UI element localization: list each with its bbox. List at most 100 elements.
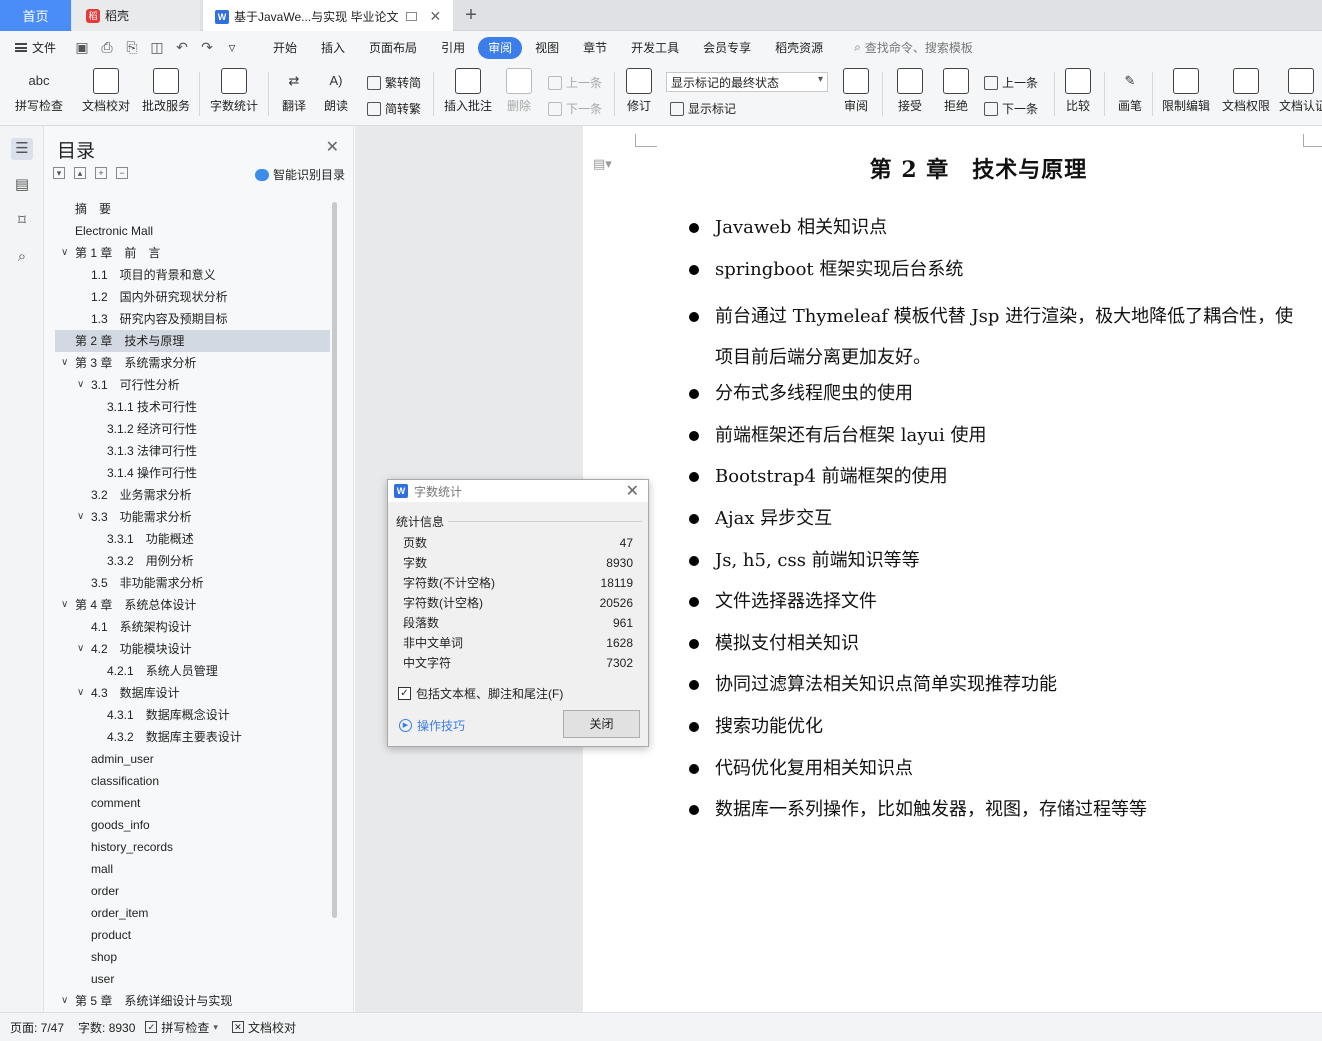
new-tab-button[interactable]: + — [458, 0, 484, 31]
undo-icon[interactable]: ↶ — [174, 39, 190, 56]
reject-button[interactable]: 拒绝 — [938, 68, 974, 114]
close-tab-icon[interactable]: ✕ — [429, 8, 441, 25]
chevron-down-icon[interactable]: ∨ — [77, 682, 84, 704]
toc-item[interactable]: 3.2 业务需求分析 — [55, 484, 330, 506]
compare-button[interactable]: 比较 — [1060, 68, 1096, 114]
toc-pane-icon[interactable]: ☰ — [11, 138, 33, 160]
tab-references[interactable]: 引用 — [430, 37, 476, 59]
toc-item[interactable]: 3.3.1 功能概述 — [55, 528, 330, 550]
doc-cert-button[interactable]: 文档认证 — [1279, 68, 1322, 114]
more-icon[interactable]: ▿ — [224, 39, 240, 56]
tab-view[interactable]: 视图 — [524, 37, 570, 59]
toc-item[interactable]: Electronic Mall — [55, 220, 330, 242]
translate-button[interactable]: ⇄ 翻译 — [276, 68, 312, 114]
toc-item[interactable]: order_item — [55, 902, 330, 924]
track-changes-button[interactable]: 修订 — [621, 68, 657, 114]
toc-item[interactable]: ∨ 4.2 功能模块设计 — [55, 638, 330, 660]
toc-item[interactable]: ∨ 4.3 数据库设计 — [55, 682, 330, 704]
tab-developer[interactable]: 开发工具 — [620, 37, 690, 59]
toc-item[interactable]: 第 2 章 技术与原理 — [55, 330, 330, 352]
add-heading-icon[interactable]: + — [95, 167, 107, 179]
toc-item[interactable]: 3.5 非功能需求分析 — [55, 572, 330, 594]
collapse-all-icon[interactable]: ▾ — [53, 167, 65, 179]
trad-to-simp-button[interactable]: 繁转简 — [367, 74, 421, 91]
word-count-button[interactable]: 字数统计 — [208, 68, 260, 114]
revise-service-button[interactable]: 批改服务 — [140, 68, 192, 114]
toc-item[interactable]: goods_info — [55, 814, 330, 836]
restrict-edit-button[interactable]: 限制编辑 — [1160, 68, 1212, 114]
document-page[interactable]: ▤▾ 第 2 章 技术与原理 Javaweb 相关知识点 springboot 框… — [583, 126, 1322, 1012]
toc-item[interactable]: mall — [55, 858, 330, 880]
toc-item[interactable]: ∨ 3.1 可行性分析 — [55, 374, 330, 396]
chevron-down-icon[interactable]: ∨ — [77, 638, 84, 660]
chevron-down-icon[interactable]: ∨ — [61, 594, 68, 616]
chevron-down-icon[interactable]: ∨ — [61, 352, 68, 374]
redo-icon[interactable]: ↷ — [199, 39, 215, 56]
doc-rights-button[interactable]: 文档权限 — [1220, 68, 1272, 114]
toc-item[interactable]: 1.3 研究内容及预期目标 — [55, 308, 330, 330]
chapter-nav-icon[interactable]: ▤ — [11, 174, 33, 196]
include-textbox-checkbox[interactable]: ✓ 包括文本框、脚注和尾注(F) — [398, 685, 563, 702]
tab-review[interactable]: 审阅 — [478, 36, 523, 59]
toc-item[interactable]: 4.3.1 数据库概念设计 — [55, 704, 330, 726]
insert-comment-button[interactable]: 插入批注 — [442, 68, 494, 114]
save-icon[interactable]: ▣ — [74, 39, 90, 56]
toc-item[interactable]: comment — [55, 792, 330, 814]
export-pdf-icon[interactable]: ⎙ — [99, 39, 115, 56]
toc-item[interactable]: ∨ 第 5 章 系统详细设计与实现 — [55, 990, 330, 1012]
page-indicator[interactable]: 页面: 7/47 — [10, 1019, 64, 1036]
pen-button[interactable]: ✎ 画笔 — [1112, 68, 1148, 114]
show-markup-button[interactable]: 显示标记 — [670, 100, 736, 117]
tab-start[interactable]: 开始 — [262, 37, 308, 59]
word-count-indicator[interactable]: 字数: 8930 — [78, 1019, 135, 1036]
accept-button[interactable]: 接受 — [892, 68, 928, 114]
spell-check-button[interactable]: abc 拼写检查 — [10, 68, 68, 114]
print-preview-icon[interactable]: ◫ — [149, 39, 165, 56]
dialog-title-bar[interactable]: W 字数统计 ✕ — [388, 480, 648, 502]
file-menu[interactable]: 文件 — [15, 39, 56, 56]
chevron-down-icon[interactable]: ∨ — [77, 374, 84, 396]
doc-proof-button[interactable]: 文档校对 — [80, 68, 132, 114]
read-aloud-button[interactable]: A) 朗读 — [320, 68, 352, 114]
toc-item[interactable]: ∨ 第 4 章 系统总体设计 — [55, 594, 330, 616]
bookmark-icon[interactable]: ⌑ — [11, 210, 33, 232]
tab-home[interactable]: 首页 — [0, 0, 71, 31]
remove-heading-icon[interactable]: − — [116, 167, 128, 179]
next-comment-button[interactable]: 下一条 — [548, 100, 602, 117]
next-change-button[interactable]: 下一条 — [984, 100, 1038, 117]
toc-item[interactable]: order — [55, 880, 330, 902]
markup-state-select[interactable]: 显示标记的最终状态 — [666, 72, 828, 92]
toc-scrollbar[interactable] — [332, 202, 337, 918]
command-search[interactable]: ⌕ 查找命令、搜索模板 — [854, 39, 973, 56]
toc-item[interactable]: 4.1 系统架构设计 — [55, 616, 330, 638]
toc-item[interactable]: 3.1.1 技术可行性 — [55, 396, 330, 418]
tips-link[interactable]: ▶ 操作技巧 — [399, 717, 465, 734]
toc-item[interactable]: ∨ 3.3 功能需求分析 — [55, 506, 330, 528]
toc-item[interactable]: 摘 要 — [55, 198, 330, 220]
toc-item[interactable]: shop — [55, 946, 330, 968]
tab-page-layout[interactable]: 页面布局 — [358, 37, 428, 59]
close-toc-icon[interactable]: ✕ — [326, 137, 339, 157]
doc-proof-status[interactable]: ✕ 文档校对 — [231, 1019, 296, 1036]
tab-daoke[interactable]: 稻 稻壳 — [72, 0, 200, 31]
toc-item[interactable]: classification — [55, 770, 330, 792]
smart-toc-button[interactable]: 智能识别目录 — [254, 166, 345, 183]
delete-comment-button[interactable]: 删除 — [502, 68, 536, 114]
toc-item[interactable]: 3.3.2 用例分析 — [55, 550, 330, 572]
spell-check-status[interactable]: ✓ 拼写检查 ▾ — [145, 1019, 218, 1036]
toc-item[interactable]: 3.1.3 法律可行性 — [55, 440, 330, 462]
toc-item[interactable]: 1.2 国内外研究现状分析 — [55, 286, 330, 308]
review-pane-button[interactable]: 审阅 — [838, 68, 874, 114]
prev-comment-button[interactable]: 上一条 — [548, 74, 602, 91]
close-dialog-button[interactable]: 关闭 — [563, 710, 640, 738]
toc-item[interactable]: 4.2.1 系统人员管理 — [55, 660, 330, 682]
print-icon[interactable]: ⎘ — [124, 39, 140, 56]
chevron-down-icon[interactable]: ∨ — [61, 990, 68, 1012]
dialog-close-icon[interactable]: ✕ — [626, 481, 639, 501]
toc-item[interactable]: 3.1.2 经济可行性 — [55, 418, 330, 440]
window-icon[interactable] — [406, 12, 418, 21]
toc-item[interactable]: ∨ 第 1 章 前 言 — [55, 242, 330, 264]
toc-item[interactable]: history_records — [55, 836, 330, 858]
toc-item[interactable]: 3.1.4 操作可行性 — [55, 462, 330, 484]
toc-item[interactable]: product — [55, 924, 330, 946]
